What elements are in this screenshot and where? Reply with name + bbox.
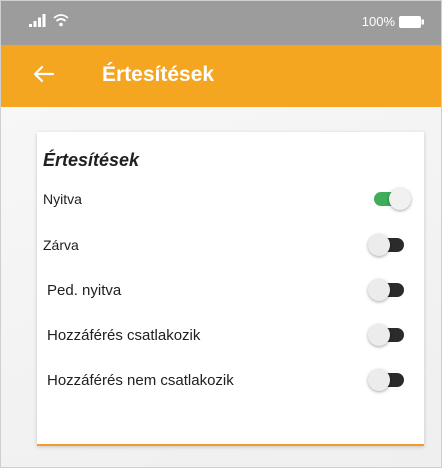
toggle-knob: [368, 324, 390, 346]
phone-screen: 100% Értesítések Értesítések Nyitva Zárv…: [0, 0, 442, 468]
setting-row-closed: Zárva: [37, 231, 424, 261]
toggle-switch-open[interactable]: [374, 188, 411, 210]
arrow-left-icon[interactable]: [31, 61, 57, 87]
app-bar: Értesítések: [1, 45, 441, 107]
content-area: Értesítések Nyitva Zárva Ped. nyitva Hoz…: [1, 107, 441, 467]
setting-label: Nyitva: [43, 191, 82, 207]
setting-label: Zárva: [43, 237, 79, 253]
toggle-knob: [368, 369, 390, 391]
setting-row-access-connect: Hozzáférés csatlakozik: [37, 321, 424, 351]
setting-label: Ped. nyitva: [47, 282, 122, 299]
toggle-knob: [368, 279, 390, 301]
setting-row-open: Nyitva: [37, 185, 424, 215]
card-title: Értesítések: [43, 150, 140, 170]
notifications-card: Értesítések Nyitva Zárva Ped. nyitva Hoz…: [37, 132, 424, 446]
setting-row-access-disconnect: Hozzáférés nem csatlakozik: [37, 366, 424, 396]
status-right: 100%: [362, 14, 425, 29]
toggle-switch-closed[interactable]: [368, 234, 404, 256]
page-title: Értesítések: [102, 63, 215, 86]
battery-icon: [399, 15, 424, 28]
status-left: [29, 13, 69, 27]
setting-label: Hozzáférés csatlakozik: [47, 327, 201, 344]
wifi-icon: [53, 14, 69, 27]
toggle-switch-ped-open[interactable]: [368, 279, 404, 301]
signal-bars-icon: [29, 14, 46, 27]
toggle-knob: [368, 234, 390, 256]
toggle-switch-access-disconnect[interactable]: [368, 369, 404, 391]
setting-row-ped-open: Ped. nyitva: [37, 276, 424, 306]
battery-percent: 100%: [361, 14, 395, 29]
toggle-switch-access-connect[interactable]: [368, 324, 404, 346]
status-bar: 100%: [1, 1, 441, 45]
setting-label: Hozzáférés nem csatlakozik: [47, 372, 234, 389]
toggle-knob: [389, 188, 411, 210]
